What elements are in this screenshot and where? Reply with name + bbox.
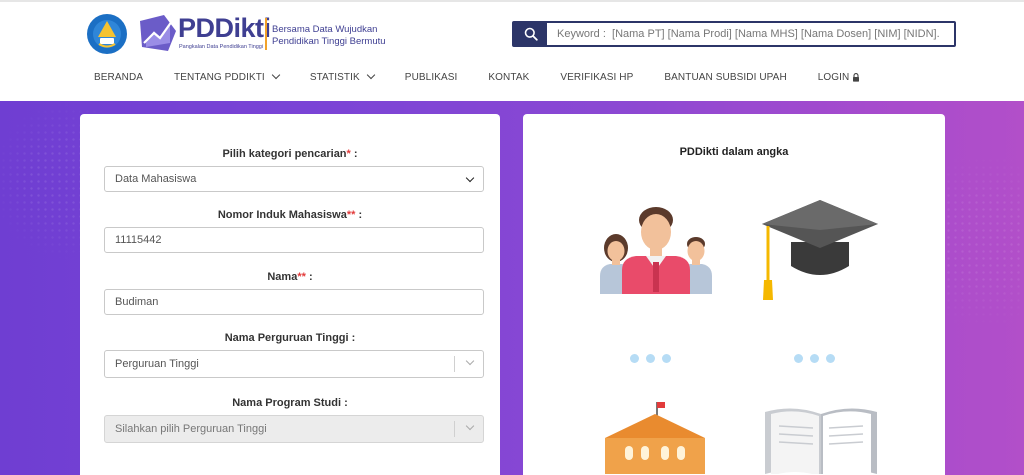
nav-item-beranda[interactable]: BERANDA [94, 72, 143, 83]
search-icon [524, 27, 538, 41]
brand-name: PDDikti [178, 13, 271, 43]
nav-item-bantuan-subsidi-upah[interactable]: BANTUAN SUBSIDI UPAH [664, 72, 786, 83]
stats-card: PDDikti dalam angka [523, 114, 945, 475]
nav-label: BANTUAN SUBSIDI UPAH [664, 71, 787, 83]
nav-label: TENTANG PDDIKTI [174, 71, 265, 83]
nav-label: PUBLIKASI [404, 71, 458, 83]
nav-item-statistik[interactable]: STATISTIK [309, 70, 376, 83]
university-select[interactable]: Perguruan Tinggi [104, 350, 484, 378]
name-input-value: Budiman [115, 296, 159, 308]
chevron-down-icon [366, 70, 376, 80]
graduation-cap-icon [762, 200, 878, 300]
chevron-down-icon [271, 70, 281, 80]
nav-label: VERIFIKASI HP [560, 71, 634, 83]
nav-item-tentang-pddikti[interactable]: TENTANG PDDIKTI [174, 70, 281, 83]
site-header: PDDikti Pangkalan Data Pendidikan Tinggi… [0, 0, 1024, 101]
nav-label: KONTAK [488, 71, 530, 83]
search-bar [512, 21, 956, 47]
chevron-down-icon [465, 173, 475, 183]
select-separator [454, 421, 455, 437]
nav-label: STATISTIK [309, 71, 360, 83]
nav-label: BERANDA [94, 71, 144, 83]
university-select-value: Perguruan Tinggi [115, 358, 199, 370]
study-program-select[interactable]: Silahkan pilih Perguruan Tinggi [104, 415, 484, 443]
search-form-card: Pilih kategori pencarian* : Data Mahasis… [80, 114, 500, 475]
nav-item-login[interactable]: LOGIN [818, 72, 861, 83]
university-building-icon [605, 402, 705, 474]
search-input[interactable] [547, 23, 954, 45]
nav-item-publikasi[interactable]: PUBLIKASI [405, 72, 458, 83]
main-nav: BERANDA TENTANG PDDIKTI STATISTIK PUBLIK… [94, 70, 860, 84]
nav-item-verifikasi-hp[interactable]: VERIFIKASI HP [560, 72, 633, 83]
nim-input-value: 11115442 [115, 234, 162, 246]
top-border [0, 0, 1024, 2]
select-separator [454, 356, 455, 372]
loading-dots-graduates [794, 354, 835, 363]
kemdikbud-emblem-icon [87, 14, 127, 54]
brand-tagline: Bersama Data Wujudkan Pendidikan Tinggi … [272, 24, 386, 47]
loading-dots-students [630, 354, 671, 363]
lock-icon [853, 72, 860, 82]
study-program-select-value: Silahkan pilih Perguruan Tinggi [115, 423, 267, 435]
university-label: Nama Perguruan Tinggi : [224, 332, 356, 344]
book-icon [765, 408, 877, 474]
nim-label: Nomor Induk Mahasiswa** : [217, 209, 363, 221]
nav-item-kontak[interactable]: KONTAK [488, 72, 529, 83]
nim-input[interactable]: 11115442 [104, 227, 484, 253]
name-input[interactable]: Budiman [104, 289, 484, 315]
chevron-down-icon [465, 356, 475, 366]
search-button[interactable] [514, 23, 547, 45]
stats-title: PDDikti dalam angka [679, 146, 789, 158]
brand-subtitle: Pangkalan Data Pendidikan Tinggi [179, 44, 264, 50]
study-program-label: Nama Program Studi : [232, 397, 348, 409]
category-select[interactable]: Data Mahasiswa [104, 166, 484, 192]
category-label: Pilih kategori pencarian* : [222, 148, 358, 160]
pddikti-logo-icon [140, 15, 176, 51]
category-select-value: Data Mahasiswa [115, 173, 197, 185]
nav-label: LOGIN [817, 71, 850, 83]
brand-divider [265, 18, 267, 50]
people-icon [600, 207, 712, 294]
name-label: Nama** : [267, 271, 313, 283]
chevron-down-icon [465, 421, 475, 431]
